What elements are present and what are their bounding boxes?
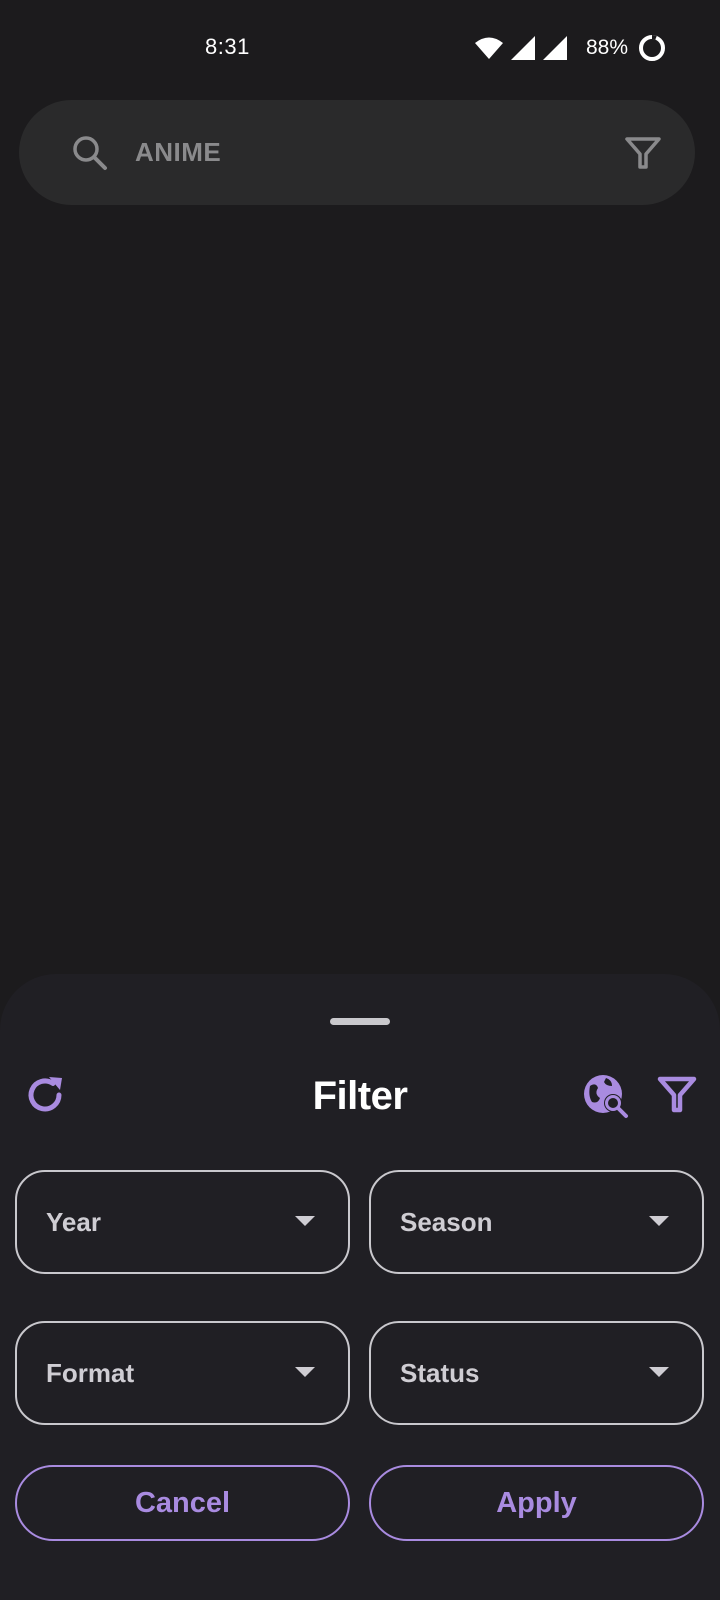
status-icons: 88%: [474, 32, 666, 64]
signal-icon: [510, 36, 535, 60]
filter-icon-sheet[interactable]: [656, 1074, 698, 1116]
apply-button[interactable]: Apply: [369, 1465, 704, 1541]
filter-bottom-sheet: Filter Year Season Format Status Cancel …: [0, 974, 720, 1600]
battery-percent: 88%: [585, 36, 628, 59]
search-input[interactable]: ANIME: [135, 137, 221, 168]
chevron-down-icon: [649, 1216, 669, 1226]
chevron-down-icon: [649, 1367, 669, 1377]
wifi-icon: [474, 37, 503, 59]
chevron-down-icon: [295, 1216, 315, 1226]
season-dropdown[interactable]: Season: [369, 1170, 704, 1274]
search-icon[interactable]: [71, 134, 109, 172]
format-dropdown-label: Format: [46, 1358, 135, 1388]
format-dropdown[interactable]: Format: [15, 1321, 350, 1425]
status-dropdown-label: Status: [400, 1358, 480, 1388]
status-dropdown[interactable]: Status: [369, 1321, 704, 1425]
signal-icon-2: [542, 36, 567, 60]
cancel-button[interactable]: Cancel: [15, 1465, 350, 1541]
status-bar: 8:31 88%: [0, 0, 720, 96]
chevron-down-icon: [295, 1367, 315, 1377]
season-dropdown-label: Season: [400, 1207, 493, 1237]
battery-icon: [639, 35, 665, 61]
year-dropdown[interactable]: Year: [15, 1170, 350, 1274]
status-time: 8:31: [205, 34, 250, 59]
drag-handle[interactable]: [330, 1018, 390, 1025]
screen: 8:31 88% ANIME Filter Year Season Format…: [0, 0, 720, 1600]
search-bar[interactable]: ANIME: [19, 100, 695, 205]
filter-icon[interactable]: [623, 133, 663, 173]
year-dropdown-label: Year: [46, 1207, 101, 1237]
globe-search-icon[interactable]: [582, 1072, 630, 1120]
